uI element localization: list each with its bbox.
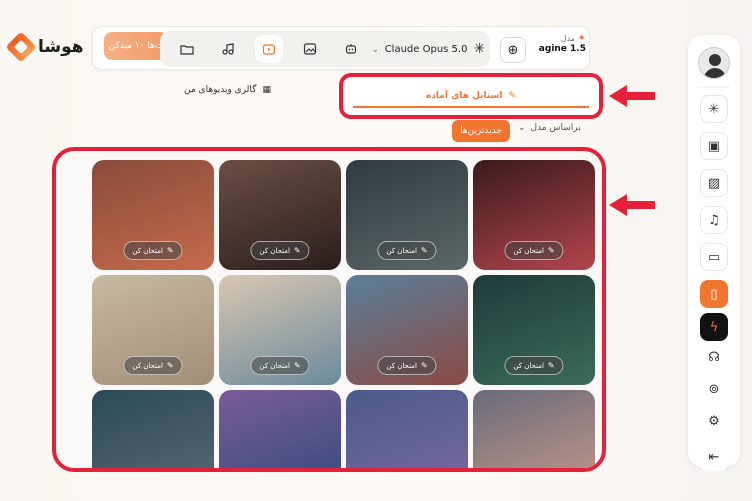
annotation-arrow-grid: [609, 194, 655, 216]
try-button[interactable]: امتحان کن ✎: [250, 241, 310, 260]
lifebuoy-icon: ⊚: [708, 381, 720, 397]
model-selector[interactable]: ⌄ Claude Opus 5.0 ✳: [372, 41, 485, 57]
music-icon: ♫: [708, 212, 720, 228]
style-card[interactable]: [473, 390, 595, 468]
model-info-label: مدل: [560, 34, 576, 43]
right-sidebar: ✳ ▣ ▨ ♫ ▭ ▯ ϟ ☊ ⊚ ⚙ ⇤: [688, 35, 740, 471]
tab-ready-styles-label: استایل های آماده: [425, 91, 503, 101]
try-button[interactable]: امتحان کن ✎: [250, 356, 310, 375]
style-card[interactable]: امتحان کن ✎: [92, 275, 214, 385]
style-card[interactable]: امتحان کن ✎: [346, 160, 468, 270]
pen-icon: ✎: [166, 246, 174, 255]
sort-by-model-dropdown[interactable]: ⌄ براساس مدل: [518, 123, 581, 133]
style-card[interactable]: امتحان کن ✎: [219, 275, 341, 385]
tab-video-gallery[interactable]: گالری ویدیوهای من ▦: [184, 85, 271, 95]
newest-filter-button[interactable]: جدیدترین‌ها: [452, 120, 510, 142]
image-generate-icon: ▨: [707, 175, 721, 191]
style-card[interactable]: امتحان کن ✎: [473, 275, 595, 385]
sidebar-divider: [698, 87, 730, 88]
pen-icon: ✎: [166, 361, 174, 370]
sidebar-item-files[interactable]: ▭: [700, 243, 728, 271]
tab-ready-styles[interactable]: استایل های آماده ✎: [339, 73, 603, 119]
video-generate-icon[interactable]: [255, 35, 283, 63]
try-button[interactable]: امتحان کن ✎: [377, 241, 437, 260]
pen-icon: ✎: [293, 246, 301, 255]
gear-icon: ⚙: [708, 413, 720, 429]
headset-icon: ☊: [708, 349, 720, 365]
pen-icon: ✎: [420, 361, 428, 370]
sidebar-item-music[interactable]: ♫: [700, 206, 728, 234]
pen-icon: ✎: [293, 361, 301, 370]
chevron-down-icon: ⌄: [372, 44, 379, 54]
style-card[interactable]: امتحان کن ✎: [473, 160, 595, 270]
music-icon[interactable]: [214, 35, 242, 63]
avatar[interactable]: [698, 47, 730, 79]
style-card[interactable]: [92, 390, 214, 468]
tab-video-gallery-label: گالری ویدیوهای من: [184, 85, 257, 95]
try-button[interactable]: امتحان کن ✎: [377, 356, 437, 375]
sidebar-collapse-button[interactable]: ⇤: [700, 443, 728, 471]
robot-icon[interactable]: [337, 35, 365, 63]
sidebar-item-image[interactable]: ▨: [700, 169, 728, 197]
sidebar-item-mobile[interactable]: ▯: [700, 280, 728, 308]
style-card[interactable]: [219, 390, 341, 468]
pen-icon: ✎: [508, 91, 517, 101]
credit-label: ت‌ها ۱۰ میدکن: [108, 41, 164, 51]
sort-by-label: براساس مدل: [530, 123, 581, 133]
style-card[interactable]: امتحان کن ✎: [346, 275, 468, 385]
new-chat-button[interactable]: ⊕: [500, 37, 526, 63]
claude-logo-icon: ✳: [473, 41, 486, 57]
lightning-icon: ϟ: [709, 319, 719, 335]
sidebar-item-chat[interactable]: ✳: [700, 95, 728, 123]
claude-logo-icon: ✳: [708, 101, 720, 117]
sidebar-item-video[interactable]: ▣: [700, 132, 728, 160]
newest-filter-label: جدیدترین‌ها: [460, 126, 502, 136]
plus-chat-icon: ⊕: [507, 42, 519, 58]
phone-icon: ▯: [710, 286, 718, 302]
pen-icon: ✎: [547, 361, 555, 370]
brand-logo[interactable]: هوشا: [5, 31, 84, 63]
sidebar-item-upgrade[interactable]: ϟ: [700, 313, 728, 341]
style-card[interactable]: امتحان کن ✎: [219, 160, 341, 270]
logo-mark-icon: [5, 31, 37, 63]
folder-icon[interactable]: [173, 35, 201, 63]
style-video-grid: امتحان کن ✎ امتحان کن ✎ امتحان کن ✎ امتحان …: [52, 147, 606, 472]
annotation-arrow-tab: [609, 85, 655, 107]
sidebar-item-support[interactable]: ☊: [700, 343, 728, 371]
pen-icon: ✎: [547, 246, 555, 255]
collapse-icon: ⇤: [708, 449, 720, 465]
pen-icon: ✎: [420, 246, 428, 255]
try-button[interactable]: امتحان کن ✎: [504, 241, 564, 260]
credit-button[interactable]: ت‌ها ۱۰ میدکن: [104, 32, 168, 60]
folder-icon: ▭: [707, 249, 721, 265]
spark-icon: ✦: [577, 33, 586, 44]
chevron-down-icon: ⌄: [518, 123, 526, 133]
model-info: مدل ✦ agine 1.5: [528, 33, 586, 54]
active-tab-underline: [353, 106, 589, 108]
model-info-value: agine 1.5: [538, 44, 586, 54]
sidebar-item-help[interactable]: ⊚: [700, 375, 728, 403]
try-button[interactable]: امتحان کن ✎: [504, 356, 564, 375]
style-card[interactable]: [346, 390, 468, 468]
brand-name: هوشا: [38, 37, 84, 57]
try-button[interactable]: امتحان کن ✎: [123, 241, 183, 260]
video-generate-icon: ▣: [707, 138, 721, 154]
video-gallery-icon: ▦: [262, 85, 271, 95]
sidebar-item-settings[interactable]: ⚙: [700, 407, 728, 435]
try-button[interactable]: امتحان کن ✎: [123, 356, 183, 375]
style-card[interactable]: امتحان کن ✎: [92, 160, 214, 270]
model-selected-label: Claude Opus 5.0: [384, 43, 468, 55]
image-generate-icon[interactable]: [296, 35, 324, 63]
